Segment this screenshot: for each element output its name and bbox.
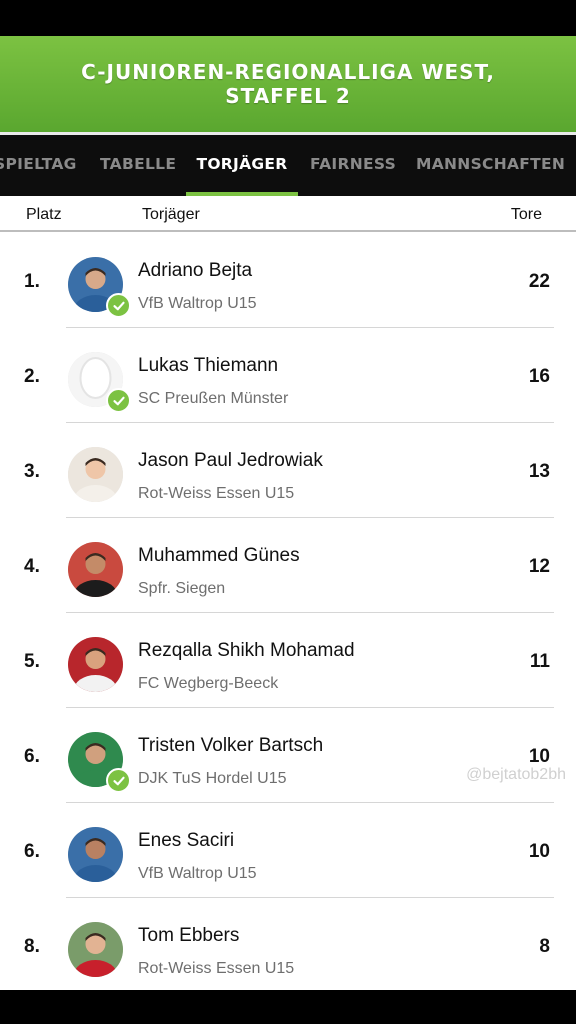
rank: 1. <box>24 271 40 292</box>
goals-count: 22 <box>528 271 550 292</box>
league-subtitle: STAFFEL 2 <box>225 84 351 108</box>
player-name[interactable]: Tom Ebbers <box>138 925 239 947</box>
league-title: C-JUNIOREN-REGIONALLIGA WEST, <box>81 60 495 84</box>
rank: 2. <box>24 366 40 387</box>
list-item[interactable]: 4. Muhammed Günes Spfr. Siegen 12 <box>0 518 576 613</box>
tab-torjaeger[interactable]: TORJÄGER <box>186 135 298 196</box>
watermark: @bejtatob2bh <box>466 766 566 783</box>
player-club[interactable]: DJK TuS Hordel U15 <box>138 770 287 788</box>
player-club[interactable]: Spfr. Siegen <box>138 580 225 598</box>
league-banner: C-JUNIOREN-REGIONALLIGA WEST, STAFFEL 2 <box>0 36 576 132</box>
goals-count: 8 <box>539 936 550 957</box>
goals-count: 10 <box>528 746 550 767</box>
player-club[interactable]: Rot-Weiss Essen U15 <box>138 960 294 978</box>
player-club[interactable]: SC Preußen Münster <box>138 390 288 408</box>
tab-tabelle[interactable]: TABELLE <box>100 135 176 196</box>
goals-count: 13 <box>528 461 550 482</box>
tab-bar: SPIELTAG TABELLE TORJÄGER FAIRNESS MANNS… <box>0 132 576 196</box>
player-name[interactable]: Lukas Thiemann <box>138 355 278 377</box>
player-club[interactable]: Rot-Weiss Essen U15 <box>138 485 294 503</box>
list-item[interactable]: 6. Tristen Volker Bartsch DJK TuS Hordel U… <box>0 708 576 803</box>
player-name[interactable]: Adriano Bejta <box>138 260 252 282</box>
player-name[interactable]: Tristen Volker Bartsch <box>138 735 323 757</box>
goals-count: 12 <box>528 556 550 577</box>
goals-count: 16 <box>528 366 550 387</box>
list-item[interactable]: 8. Tom Ebbers Rot-Weiss Essen U15 8 <box>0 898 576 990</box>
rank: 6. <box>24 746 40 767</box>
status-bar <box>0 0 576 36</box>
avatar[interactable] <box>68 922 123 977</box>
tab-fairness[interactable]: FAIRNESS <box>310 135 396 196</box>
avatar[interactable] <box>68 447 123 502</box>
rank: 4. <box>24 556 40 577</box>
column-torjaeger: Torjäger <box>142 206 200 223</box>
list-item[interactable]: 1. Adriano Bejta VfB Waltrop U15 22 <box>0 233 576 328</box>
rank: 5. <box>24 651 40 672</box>
scorers-list: Platz Torjäger Tore 1. Adriano Bejta VfB W… <box>0 196 576 990</box>
player-club[interactable]: VfB Waltrop U15 <box>138 865 257 883</box>
player-name[interactable]: Rezqalla Shikh Mohamad <box>138 640 355 662</box>
player-name[interactable]: Jason Paul Jedrowiak <box>138 450 323 472</box>
avatar[interactable] <box>68 542 123 597</box>
column-header: Platz Torjäger Tore <box>0 196 576 232</box>
list-item[interactable]: 2. Lukas Thiemann SC Preußen Münster 16 <box>0 328 576 423</box>
goals-count: 10 <box>528 841 550 862</box>
player-name[interactable]: Muhammed Günes <box>138 545 300 567</box>
avatar[interactable] <box>68 637 123 692</box>
column-tore: Tore <box>510 206 542 223</box>
player-club[interactable]: FC Wegberg-Beeck <box>138 675 278 693</box>
tab-mannschaften[interactable]: MANNSCHAFTEN <box>416 135 565 196</box>
list-item[interactable]: 5. Rezqalla Shikh Mohamad FC Wegberg-Beeck… <box>0 613 576 708</box>
player-name[interactable]: Enes Saciri <box>138 830 234 852</box>
avatar[interactable] <box>68 827 123 882</box>
player-club[interactable]: VfB Waltrop U15 <box>138 295 257 313</box>
rank: 6. <box>24 841 40 862</box>
rank: 3. <box>24 461 40 482</box>
navigation-bar <box>0 990 576 1024</box>
tab-spieltag[interactable]: SPIELTAG <box>0 135 77 196</box>
column-platz: Platz <box>26 206 62 223</box>
list-item[interactable]: 6. Enes Saciri VfB Waltrop U15 10 <box>0 803 576 898</box>
verified-check-icon <box>106 388 131 413</box>
list-item[interactable]: 3. Jason Paul Jedrowiak Rot-Weiss Essen U1… <box>0 423 576 518</box>
verified-check-icon <box>106 293 131 318</box>
goals-count: 11 <box>529 651 550 672</box>
rank: 8. <box>24 936 40 957</box>
verified-check-icon <box>106 768 131 793</box>
